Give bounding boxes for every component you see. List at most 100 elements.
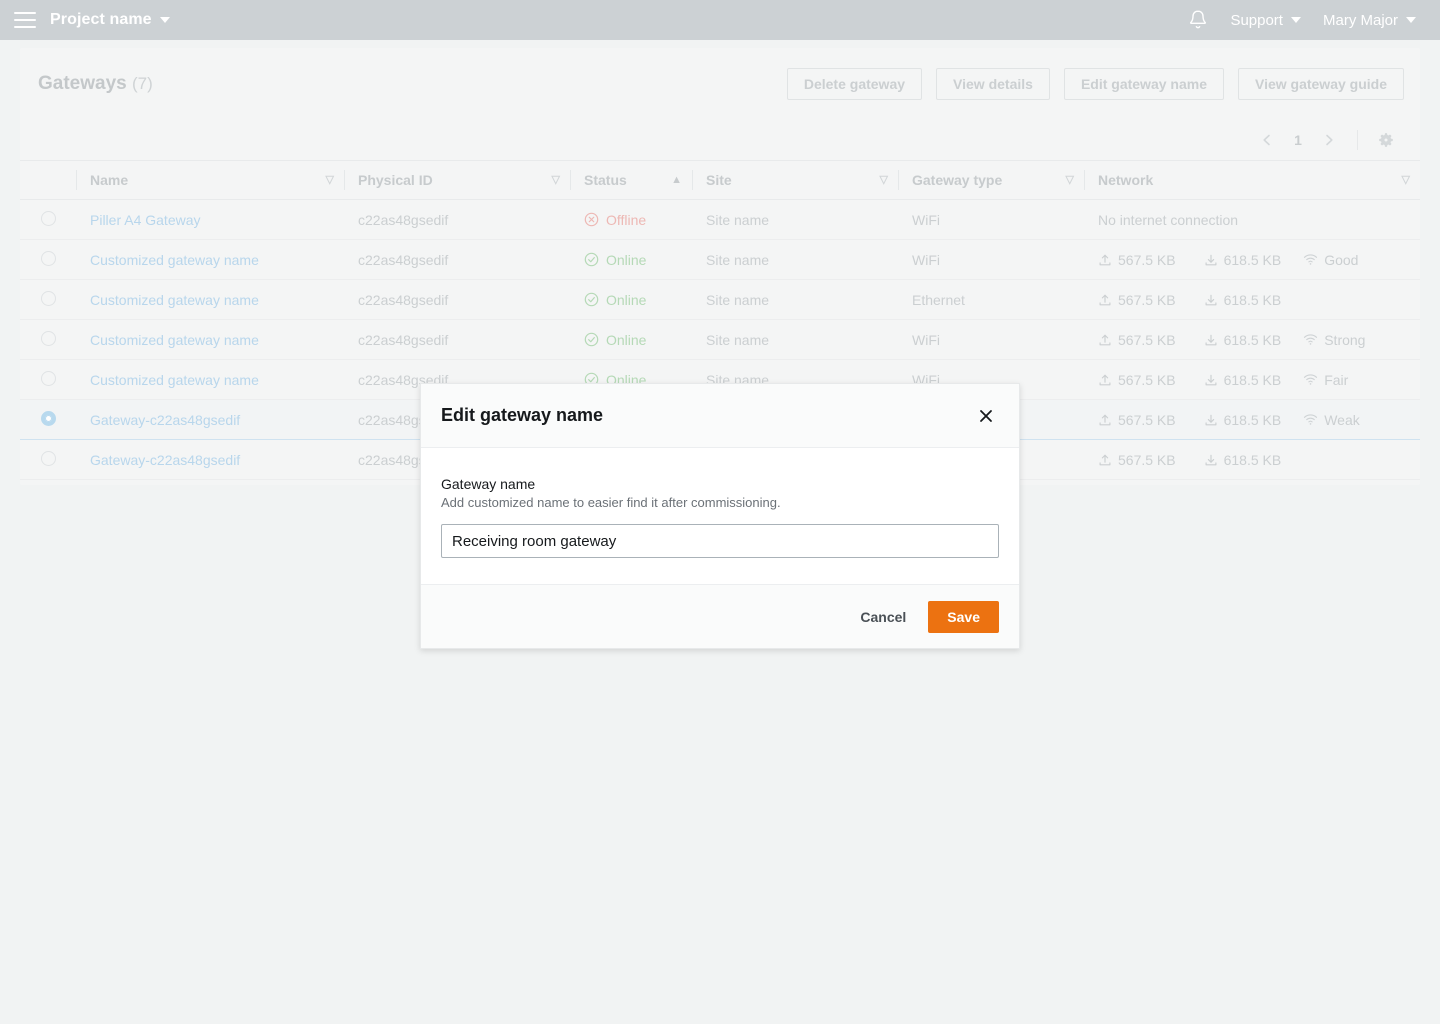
- column-header-gateway-type[interactable]: Gateway type ▽: [898, 160, 1084, 200]
- status-label: Online: [606, 331, 647, 348]
- network-download: 618.5 KB: [1204, 372, 1281, 388]
- cell-name[interactable]: Customized gateway name: [76, 359, 344, 400]
- delete-gateway-button[interactable]: Delete gateway: [786, 68, 923, 100]
- filter-icon[interactable]: ▽: [326, 174, 334, 186]
- cell-name[interactable]: Gateway-c22as48gsedif: [76, 399, 344, 440]
- wifi-signal-icon: [1304, 254, 1318, 265]
- view-gateway-guide-button[interactable]: View gateway guide: [1237, 68, 1404, 100]
- cell-physical-id: c22as48gsedif: [344, 279, 570, 320]
- row-select-cell[interactable]: [20, 359, 76, 400]
- cell-name[interactable]: Gateway-c22as48gsedif: [76, 439, 344, 480]
- modal-footer: Cancel Save: [421, 584, 1019, 648]
- column-header-name[interactable]: Name ▽: [76, 160, 344, 200]
- gateway-name-link[interactable]: Customized gateway name: [90, 292, 259, 308]
- pagination-page-1[interactable]: 1: [1285, 132, 1311, 148]
- gateway-name-link[interactable]: Gateway-c22as48gsedif: [90, 412, 240, 428]
- row-select-cell[interactable]: [20, 439, 76, 480]
- column-header-network[interactable]: Network ▽: [1084, 160, 1420, 200]
- row-radio-button[interactable]: [40, 290, 56, 306]
- edit-gateway-name-button[interactable]: Edit gateway name: [1063, 68, 1224, 100]
- filter-icon[interactable]: ▽: [1402, 174, 1410, 186]
- table-row[interactable]: Customized gateway name c22as48gsedif Onli…: [20, 279, 1420, 320]
- gateway-name-link[interactable]: Customized gateway name: [90, 332, 259, 348]
- column-header-status[interactable]: Status ▲: [570, 160, 692, 200]
- notification-bell-icon[interactable]: [1188, 9, 1208, 31]
- hamburger-menu-icon[interactable]: [14, 12, 36, 28]
- row-select-cell[interactable]: [20, 199, 76, 240]
- cell-name[interactable]: Customized gateway name: [76, 239, 344, 280]
- row-radio-button[interactable]: [40, 210, 56, 226]
- column-header-status-label: Status: [584, 172, 627, 188]
- row-select-cell[interactable]: [20, 399, 76, 440]
- column-divider: [692, 170, 693, 190]
- row-radio-button[interactable]: [40, 410, 56, 426]
- download-icon: [1205, 254, 1217, 265]
- cell-gateway-type: Ethernet: [898, 279, 1084, 320]
- column-header-gateway-type-label: Gateway type: [912, 172, 1003, 188]
- network-download: 618.5 KB: [1204, 252, 1281, 268]
- filter-icon[interactable]: ▽: [1066, 174, 1074, 186]
- cell-network: 567.5 KB 618.5 KB: [1084, 279, 1420, 320]
- upload-value: 567.5 KB: [1118, 451, 1176, 468]
- pagination-bar: 1: [20, 120, 1420, 160]
- status-online-icon: [584, 292, 599, 307]
- gateway-name-link[interactable]: Gateway-c22as48gsedif: [90, 452, 240, 468]
- row-select-cell[interactable]: [20, 319, 76, 360]
- download-icon: [1205, 294, 1217, 305]
- filter-icon[interactable]: ▽: [552, 174, 560, 186]
- row-radio-button[interactable]: [40, 330, 56, 346]
- gateway-name-input[interactable]: [441, 524, 999, 558]
- page-title: Gateways (7): [38, 73, 153, 95]
- pagination-next-button[interactable]: [1315, 126, 1343, 154]
- row-select-cell[interactable]: [20, 239, 76, 280]
- table-settings-button[interactable]: [1372, 126, 1400, 154]
- view-details-button[interactable]: View details: [936, 68, 1050, 100]
- download-value: 618.5 KB: [1223, 451, 1282, 468]
- network-download: 618.5 KB: [1204, 412, 1281, 428]
- network-upload: 567.5 KB: [1098, 252, 1176, 268]
- table-row[interactable]: Piller A4 Gateway c22as48gsedif Offline Sit…: [20, 199, 1420, 240]
- status-online-icon: [584, 332, 599, 347]
- gateway-name-link[interactable]: Customized gateway name: [90, 372, 259, 388]
- support-dropdown[interactable]: Support: [1230, 12, 1301, 29]
- cancel-button[interactable]: Cancel: [854, 601, 912, 633]
- status-badge: Online: [584, 332, 692, 348]
- table-row[interactable]: Customized gateway name c22as48gsedif Onli…: [20, 319, 1420, 360]
- upload-value: 567.5 KB: [1118, 411, 1176, 428]
- download-icon: [1205, 414, 1217, 425]
- status-badge: Online: [584, 292, 692, 308]
- close-icon[interactable]: [973, 403, 999, 429]
- row-radio-button[interactable]: [40, 250, 56, 266]
- filter-icon[interactable]: ▽: [880, 174, 888, 186]
- pagination-prev-button[interactable]: [1253, 126, 1281, 154]
- column-divider: [898, 170, 899, 190]
- user-account-dropdown[interactable]: Mary Major: [1323, 12, 1416, 29]
- cell-name[interactable]: Piller A4 Gateway: [76, 199, 344, 240]
- signal-value: Fair: [1324, 371, 1349, 388]
- cell-site: Site name: [692, 279, 898, 320]
- save-button[interactable]: Save: [928, 600, 999, 633]
- cell-network: 567.5 KB 618.5 KB Weak: [1084, 399, 1420, 440]
- gateway-count: (7): [132, 74, 153, 93]
- pagination-divider: [1357, 130, 1358, 150]
- cell-physical-id: c22as48gsedif: [344, 239, 570, 280]
- cell-name[interactable]: Customized gateway name: [76, 319, 344, 360]
- cell-physical-id: c22as48gsedif: [344, 319, 570, 360]
- cell-site: Site name: [692, 199, 898, 240]
- table-row[interactable]: Customized gateway name c22as48gsedif Onli…: [20, 239, 1420, 280]
- cell-status: Online: [570, 279, 692, 320]
- cell-status: Online: [570, 239, 692, 280]
- gateway-name-link[interactable]: Piller A4 Gateway: [90, 212, 201, 228]
- cell-name[interactable]: Customized gateway name: [76, 279, 344, 320]
- column-header-physical-id[interactable]: Physical ID ▽: [344, 160, 570, 200]
- column-header-site[interactable]: Site ▽: [692, 160, 898, 200]
- sort-ascending-icon[interactable]: ▲: [671, 174, 682, 186]
- network-upload: 567.5 KB: [1098, 292, 1176, 308]
- row-radio-button[interactable]: [40, 450, 56, 466]
- gateway-name-link[interactable]: Customized gateway name: [90, 252, 259, 268]
- row-select-cell[interactable]: [20, 279, 76, 320]
- table-header: Name ▽ Physical ID ▽ Status ▲ Site ▽ Gat…: [20, 160, 1420, 200]
- network-upload: 567.5 KB: [1098, 452, 1176, 468]
- row-radio-button[interactable]: [40, 370, 56, 386]
- project-name-dropdown[interactable]: Project name: [50, 11, 170, 29]
